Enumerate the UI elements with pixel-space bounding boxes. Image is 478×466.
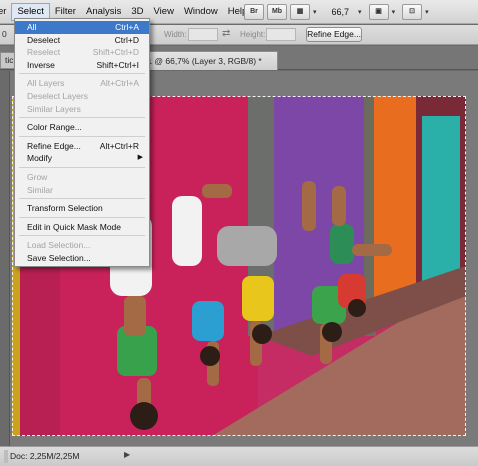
menu-item-shortcut: Alt+Ctrl+R [99, 140, 139, 151]
width-label: Width: [164, 30, 187, 39]
refine-edge-button[interactable]: Refine Edge... [306, 27, 362, 42]
menu-separator [19, 117, 145, 119]
menu-item-save-selection[interactable]: Save Selection... [15, 252, 149, 265]
menu-item-inverse[interactable]: Inverse Shift+Ctrl+I [15, 59, 149, 72]
menu-separator [19, 166, 145, 168]
screen-mode-icon[interactable]: ⊡ [402, 4, 423, 20]
status-bar: Doc: 2,25M/2,25M ▶ [0, 446, 478, 466]
menu-item-grow: Grow [15, 171, 149, 184]
menu-item-similar: Similar [15, 184, 149, 197]
menu-item-label: All [27, 22, 37, 32]
menu-item-deselect[interactable]: Deselect Ctrl+D [15, 34, 149, 47]
extras-icon[interactable]: ▦ [290, 4, 310, 20]
menu-item-shortcut: Ctrl+A [115, 22, 139, 32]
menu-view[interactable]: View [149, 2, 179, 22]
menu-item-label: Grow [27, 171, 48, 182]
chevron-down-icon[interactable]: ▾ [358, 8, 362, 16]
menu-item-all-layers: All Layers Alt+Ctrl+A [15, 77, 149, 90]
menu-separator [19, 73, 145, 75]
menu-item-label: All Layers [27, 78, 65, 89]
status-menu-arrow-icon[interactable]: ▶ [124, 450, 130, 459]
tools-panel-edge [0, 71, 10, 446]
menu-item-label: Deselect [27, 34, 61, 45]
menu-layer[interactable]: er [0, 2, 11, 22]
menu-item-shortcut: Shift+Ctrl+D [92, 47, 139, 58]
menu-item-color-range[interactable]: Color Range... [15, 121, 149, 134]
menu-item-label: Refine Edge... [27, 140, 81, 151]
menu-item-label: Similar [27, 184, 53, 195]
menu-item-label: Reselect [27, 47, 61, 58]
menu-item-modify[interactable]: Modify ▶ [15, 152, 149, 165]
arrange-documents-icon[interactable]: ▣ [368, 4, 389, 20]
height-label: Height: [240, 30, 266, 39]
menu-item-label: Deselect Layers [27, 90, 88, 101]
swap-icon[interactable]: ⇄ [222, 28, 230, 39]
height-field[interactable] [266, 28, 296, 41]
menu-separator [19, 235, 145, 237]
mini-bridge-button[interactable]: Mb [267, 4, 287, 20]
menu-item-shortcut: Shift+Ctrl+I [96, 59, 139, 70]
status-indicator [4, 450, 8, 463]
submenu-arrow-icon: ▶ [137, 154, 143, 162]
select-menu-dropdown: All Ctrl+A Deselect Ctrl+D Reselect Shift+Ctr… [14, 18, 150, 267]
menu-item-label: Similar Layers [27, 103, 81, 114]
menu-item-edit-in-quick-mask-mode[interactable]: Edit in Quick Mask Mode [15, 221, 149, 234]
menu-item-label: Save Selection... [27, 252, 91, 263]
menu-item-similar-layers: Similar Layers [15, 103, 149, 116]
menu-separator [19, 216, 145, 218]
zoom-level[interactable]: 66,7 [332, 7, 350, 17]
menu-item-label: Edit in Quick Mask Mode [27, 221, 122, 232]
menu-separator [19, 198, 145, 200]
menu-item-deselect-layers: Deselect Layers [15, 90, 149, 103]
menu-item-label: Inverse [27, 59, 55, 70]
menu-item-label: Load Selection... [27, 240, 91, 251]
chevron-down-icon[interactable]: ▾ [425, 8, 429, 16]
menu-item-label: Transform Selection [27, 203, 103, 214]
menu-item-load-selection: Load Selection... [15, 239, 149, 252]
options-feather-value: 0 [2, 29, 7, 39]
menu-separator [19, 135, 145, 137]
application-toolbar: Br Mb ▦ ▾ 66,7 ▾ ▣ ▾ ⊡ ▾ [244, 3, 433, 21]
menu-item-label: Modify [27, 153, 53, 164]
document-size: Doc: 2,25M/2,25M [10, 451, 80, 461]
menu-item-transform-selection[interactable]: Transform Selection [15, 202, 149, 215]
menu-item-shortcut: Ctrl+D [114, 34, 139, 45]
width-field[interactable] [188, 28, 218, 41]
tab-active-document[interactable]: ed-1 @ 66,7% (Layer 3, RGB/8) * [130, 51, 278, 70]
menu-window[interactable]: Window [179, 2, 223, 22]
chevron-down-icon[interactable]: ▾ [392, 8, 396, 16]
menu-item-reselect: Reselect Shift+Ctrl+D [15, 46, 149, 59]
menu-item-shortcut: Alt+Ctrl+A [100, 78, 139, 89]
chevron-down-icon[interactable]: ▾ [313, 8, 317, 16]
bridge-button[interactable]: Br [244, 4, 264, 20]
menu-item-refine-edge[interactable]: Refine Edge... Alt+Ctrl+R [15, 140, 149, 153]
menu-item-all[interactable]: All Ctrl+A [15, 21, 149, 34]
menu-item-label: Color Range... [27, 122, 82, 133]
